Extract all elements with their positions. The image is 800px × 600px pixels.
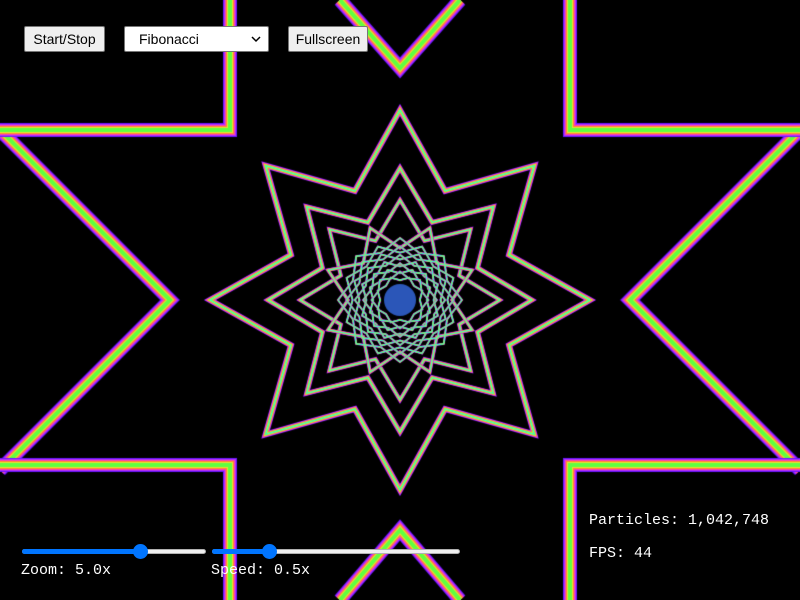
zoom-slider-thumb[interactable] xyxy=(133,544,148,559)
zoom-slider[interactable] xyxy=(22,543,206,559)
pattern-select-value: Fibonacci xyxy=(139,31,199,47)
speed-slider-fill xyxy=(212,549,269,554)
visualization-stage: Start/Stop Fibonacci Fullscreen Zoom: 5.… xyxy=(0,0,800,600)
start-stop-button[interactable]: Start/Stop xyxy=(24,26,105,52)
speed-slider[interactable] xyxy=(212,543,460,559)
star-tunnel-canvas xyxy=(0,0,800,600)
zoom-label: Zoom: 5.0x xyxy=(21,562,112,579)
speed-slider-thumb[interactable] xyxy=(262,544,277,559)
particles-readout: Particles: 1,042,748 xyxy=(589,512,770,529)
chevron-down-icon xyxy=(251,36,261,43)
fullscreen-button[interactable]: Fullscreen xyxy=(288,26,368,52)
pattern-select[interactable]: Fibonacci xyxy=(124,26,269,52)
fps-readout: FPS: 44 xyxy=(589,545,653,562)
speed-label: Speed: 0.5x xyxy=(211,562,311,579)
zoom-slider-fill xyxy=(22,549,140,554)
